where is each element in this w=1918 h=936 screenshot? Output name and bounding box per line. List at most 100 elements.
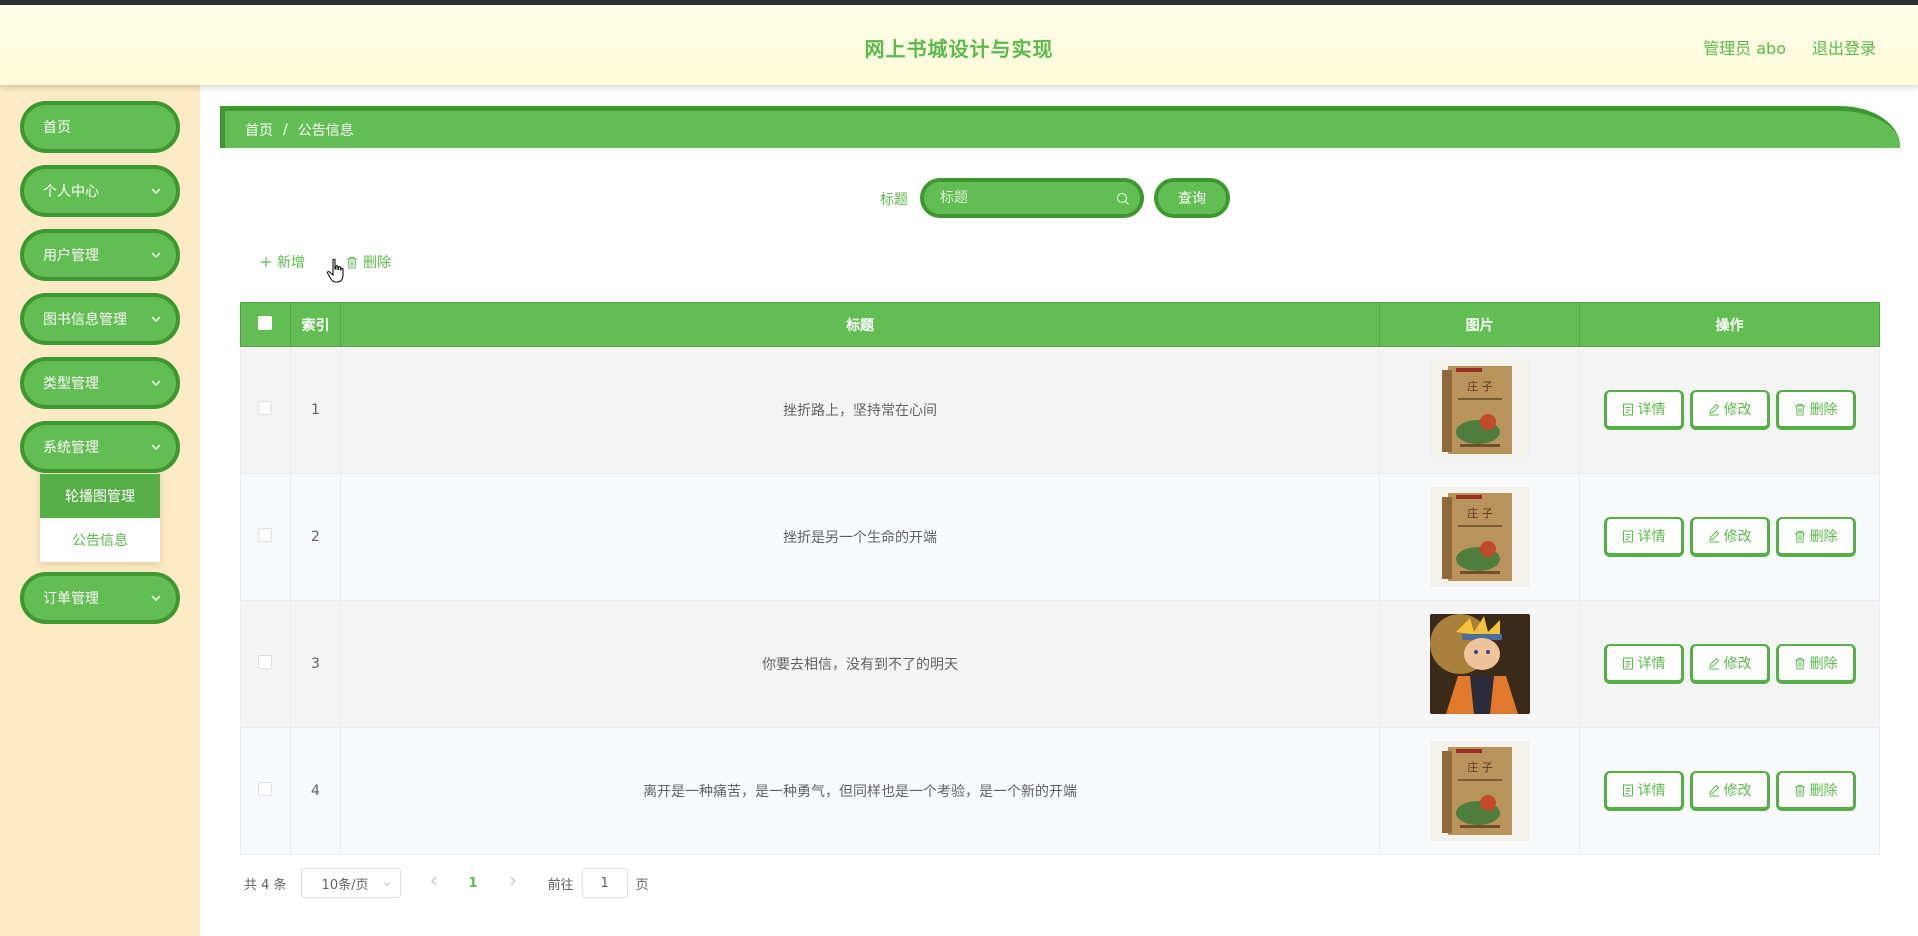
anime-character-image	[1429, 614, 1530, 714]
plus-icon	[261, 257, 271, 267]
current-user-label: 管理员 abo	[1703, 39, 1786, 58]
edit-button-label: 修改	[1723, 783, 1752, 799]
add-button[interactable]: 新增	[260, 252, 305, 272]
submenu-item-announcements[interactable]: 公告信息	[40, 518, 160, 562]
page-number-current[interactable]: 1	[469, 876, 478, 891]
select-all-checkbox[interactable]	[258, 315, 273, 330]
edit-button[interactable]: 修改	[1689, 390, 1770, 430]
row-checkbox[interactable]	[258, 655, 273, 669]
sidebar-item-user-management[interactable]: 用户管理	[20, 229, 180, 281]
chevron-down-icon	[151, 188, 161, 194]
row-checkbox[interactable]	[258, 401, 273, 415]
sidebar-item-label: 图书信息管理	[43, 312, 127, 328]
search-label: 标题	[880, 192, 908, 208]
breadcrumb: 首页 / 公告信息	[220, 106, 1900, 148]
search-box	[920, 178, 1144, 218]
logout-link[interactable]: 退出登录	[1812, 35, 1876, 59]
delete-button-label: 删除	[1809, 529, 1838, 545]
batch-delete-label: 删除	[363, 255, 391, 271]
search-icon	[1116, 192, 1129, 205]
row-index: 2	[289, 473, 341, 601]
breadcrumb-home[interactable]: 首页	[245, 120, 273, 140]
row-image-cell	[1379, 600, 1581, 728]
edit-button[interactable]: 修改	[1689, 644, 1770, 684]
edit-button-label: 修改	[1723, 656, 1752, 672]
sidebar-item-label: 个人中心	[43, 184, 99, 200]
delete-button[interactable]: 删除	[1775, 771, 1856, 811]
row-checkbox-cell	[240, 727, 291, 855]
row-index: 1	[289, 346, 341, 474]
batch-delete-button[interactable]: 删除	[346, 252, 391, 272]
goto-page-input[interactable]: 1	[581, 868, 628, 898]
column-header-index: 索引	[289, 302, 341, 347]
detail-button[interactable]: 详情	[1603, 771, 1684, 811]
table-row: 1 挫折路上，坚持常在心间 庄 子 详情 修改 删除	[240, 346, 1880, 474]
svg-text:庄 子: 庄 子	[1467, 760, 1493, 774]
row-title: 你要去相信，没有到不了的明天	[339, 600, 1381, 728]
delete-button-label: 删除	[1809, 656, 1838, 672]
document-icon	[1622, 657, 1633, 669]
sidebar-item-label: 系统管理	[43, 440, 99, 456]
sidebar-item-label: 用户管理	[43, 248, 99, 264]
row-checkbox[interactable]	[258, 528, 273, 542]
submenu-item-carousel[interactable]: 轮播图管理	[40, 474, 160, 518]
detail-button[interactable]: 详情	[1603, 517, 1684, 557]
row-index: 3	[289, 600, 341, 728]
delete-button[interactable]: 删除	[1775, 517, 1856, 557]
detail-button-label: 详情	[1637, 529, 1666, 545]
breadcrumb-current: 公告信息	[297, 122, 354, 139]
next-page-button[interactable]	[508, 875, 518, 891]
row-actions-cell: 详情 修改 删除	[1579, 473, 1880, 601]
detail-button[interactable]: 详情	[1603, 390, 1684, 430]
pencil-icon	[1708, 530, 1719, 542]
book-cover-image: 庄 子	[1429, 487, 1530, 587]
sidebar-item-type-management[interactable]: 类型管理	[20, 357, 180, 409]
table-row: 3 你要去相信，没有到不了的明天 详情 修改 删除	[240, 600, 1880, 728]
delete-button[interactable]: 删除	[1775, 390, 1856, 430]
search-input[interactable]	[940, 190, 1110, 206]
detail-button[interactable]: 详情	[1603, 644, 1684, 684]
chevron-down-icon	[151, 444, 161, 450]
trash-icon	[1794, 530, 1805, 542]
row-checkbox[interactable]	[258, 782, 273, 796]
column-header-actions: 操作	[1579, 302, 1880, 347]
edit-button[interactable]: 修改	[1689, 517, 1770, 557]
edit-button[interactable]: 修改	[1689, 771, 1770, 811]
page-size-value: 10条/页	[321, 877, 369, 893]
row-index: 4	[289, 727, 341, 855]
row-image-cell: 庄 子	[1379, 727, 1581, 855]
svg-text:庄 子: 庄 子	[1467, 379, 1493, 393]
delete-button-label: 删除	[1809, 783, 1838, 799]
sidebar-item-label: 订单管理	[43, 591, 99, 607]
row-checkbox-cell	[240, 473, 291, 601]
chevron-down-icon	[151, 252, 161, 258]
sidebar-item-home[interactable]: 首页	[20, 101, 180, 153]
sidebar-item-personal-center[interactable]: 个人中心	[20, 165, 180, 217]
row-checkbox-cell	[240, 346, 291, 474]
delete-button[interactable]: 删除	[1775, 644, 1856, 684]
trash-icon	[1794, 784, 1805, 796]
goto-suffix: 页	[635, 877, 649, 893]
row-image-cell: 庄 子	[1379, 346, 1581, 474]
column-header-image: 图片	[1379, 302, 1581, 347]
row-title: 挫折是另一个生命的开端	[339, 473, 1381, 601]
pagination-total: 共 4 条	[244, 877, 287, 893]
chevron-down-icon	[151, 316, 161, 322]
row-actions-cell: 详情 修改 删除	[1579, 727, 1880, 855]
breadcrumb-separator: /	[283, 121, 288, 138]
trash-icon	[1794, 403, 1805, 415]
sidebar-item-system-management[interactable]: 系统管理	[20, 421, 180, 473]
chevron-down-icon	[151, 595, 161, 601]
sidebar-item-label: 首页	[43, 120, 71, 136]
pencil-icon	[1708, 657, 1719, 669]
sidebar-item-label: 类型管理	[43, 376, 99, 392]
query-button[interactable]: 查询	[1154, 178, 1230, 218]
sidebar-item-order-management[interactable]: 订单管理	[20, 572, 180, 624]
goto-prefix: 前往	[547, 877, 574, 893]
table-header-row: 索引 标题 图片 操作	[240, 302, 1880, 347]
page-size-select[interactable]: 10条/页	[300, 868, 401, 898]
prev-page-button[interactable]	[429, 875, 439, 891]
sidebar-item-book-management[interactable]: 图书信息管理	[20, 293, 180, 345]
app-title: 网上书城设计与实现	[864, 37, 1054, 61]
column-header-title: 标题	[339, 302, 1381, 347]
